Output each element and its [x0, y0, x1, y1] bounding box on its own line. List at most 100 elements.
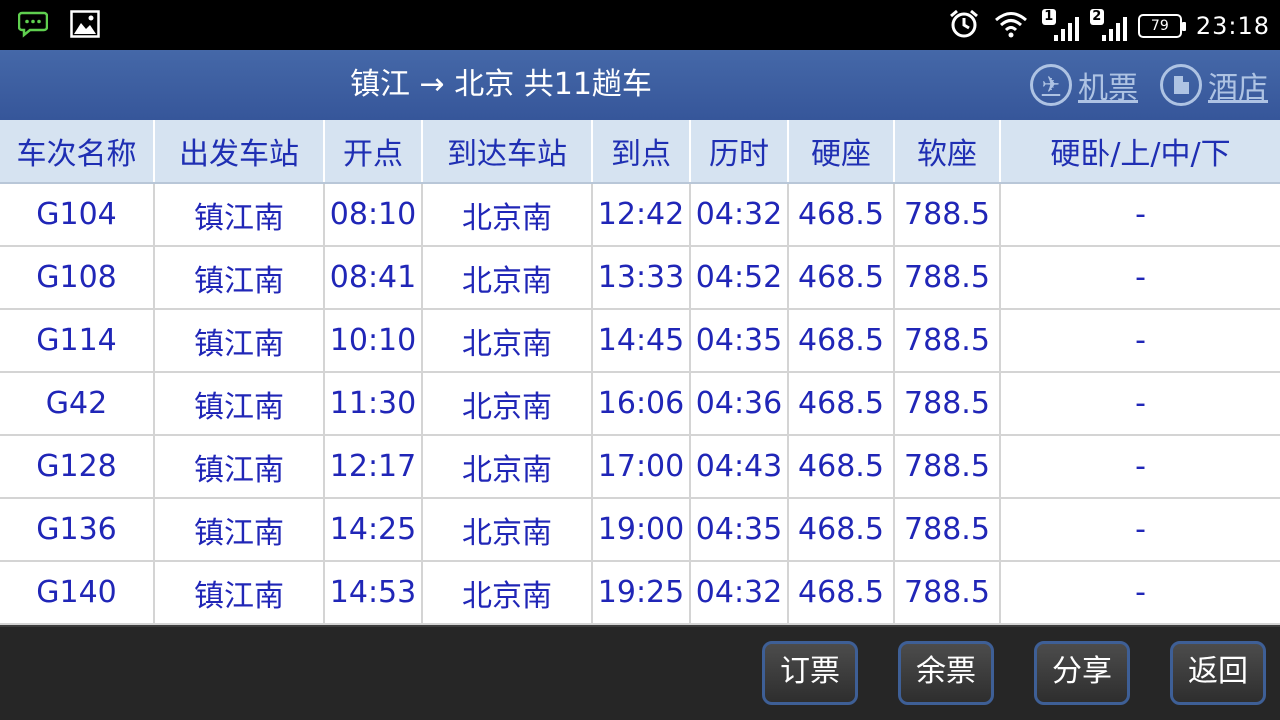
table-row[interactable]: G114 镇江南 10:10 北京南 14:45 04:35 468.5 788…: [0, 309, 1280, 373]
cell-hard-seat: 468.5: [788, 372, 895, 436]
hotel-link[interactable]: 酒店: [1160, 63, 1268, 107]
table-row[interactable]: G128 镇江南 12:17 北京南 17:00 04:43 468.5 788…: [0, 435, 1280, 499]
cell-train-no: G108: [0, 246, 155, 310]
cell-departure-time: 10:10: [324, 309, 423, 373]
cell-departure-time: 14:53: [324, 561, 423, 625]
cell-soft-seat: 788.5: [894, 246, 1001, 310]
cell-departure-station: 镇江南: [154, 183, 325, 247]
cell-departure-station: 镇江南: [154, 435, 325, 499]
cell-hard-sleeper: -: [1000, 246, 1280, 310]
cell-hard-seat: 468.5: [788, 561, 895, 625]
battery-icon: 79: [1137, 14, 1186, 38]
cell-duration: 04:32: [690, 183, 789, 247]
cell-soft-seat: 788.5: [894, 183, 1001, 247]
cell-train-no: G42: [0, 372, 155, 436]
clock: 23:18: [1195, 12, 1270, 40]
cell-departure-time: 14:25: [324, 498, 423, 562]
cell-duration: 04:36: [690, 372, 789, 436]
table-row[interactable]: G104 镇江南 08:10 北京南 12:42 04:32 468.5 788…: [0, 183, 1280, 247]
cell-arrival-station: 北京南: [422, 372, 593, 436]
table-row[interactable]: G140 镇江南 14:53 北京南 19:25 04:32 468.5 788…: [0, 561, 1280, 625]
image-icon: [70, 10, 100, 42]
title-bar: 镇江 → 北京 共11趟车 ✈ 机票 酒店: [0, 50, 1280, 120]
column-header-soft-seat[interactable]: 软座: [894, 120, 1001, 184]
cell-duration: 04:35: [690, 309, 789, 373]
cell-arrival-station: 北京南: [422, 498, 593, 562]
column-header-arrival-station[interactable]: 到达车站: [422, 120, 593, 184]
cell-soft-seat: 788.5: [894, 498, 1001, 562]
cell-hard-sleeper: -: [1000, 498, 1280, 562]
cell-arrival-station: 北京南: [422, 309, 593, 373]
back-button[interactable]: 返回: [1170, 641, 1266, 705]
alarm-icon: [948, 8, 980, 44]
hotel-label: 酒店: [1208, 71, 1268, 106]
cell-arrival-station: 北京南: [422, 561, 593, 625]
flight-ticket-label: 机票: [1078, 71, 1138, 106]
cell-hard-seat: 468.5: [788, 246, 895, 310]
cell-departure-time: 08:10: [324, 183, 423, 247]
hotel-icon: [1160, 64, 1202, 106]
table-row[interactable]: G136 镇江南 14:25 北京南 19:00 04:35 468.5 788…: [0, 498, 1280, 562]
table-row[interactable]: G42 镇江南 11:30 北京南 16:06 04:36 468.5 788.…: [0, 372, 1280, 436]
column-header-departure-time[interactable]: 开点: [324, 120, 423, 184]
column-header-train-no[interactable]: 车次名称: [0, 120, 155, 184]
table-row[interactable]: G108 镇江南 08:41 北京南 13:33 04:52 468.5 788…: [0, 246, 1280, 310]
column-header-hard-sleeper[interactable]: 硬卧/上/中/下: [1000, 120, 1280, 184]
wifi-icon: [994, 10, 1028, 42]
airplane-icon: ✈: [1030, 64, 1072, 106]
cell-duration: 04:32: [690, 561, 789, 625]
cell-soft-seat: 788.5: [894, 309, 1001, 373]
signal-icon-sim1: 1: [1041, 9, 1079, 41]
cell-train-no: G114: [0, 309, 155, 373]
cell-arrival-station: 北京南: [422, 246, 593, 310]
table-header-row: 车次名称 出发车站 开点 到达车站 到点 历时 硬座 软座 硬卧/上/中/下: [0, 120, 1280, 184]
cell-hard-seat: 468.5: [788, 183, 895, 247]
column-header-departure-station[interactable]: 出发车站: [154, 120, 325, 184]
cell-arrival-time: 19:00: [592, 498, 691, 562]
share-button[interactable]: 分享: [1034, 641, 1130, 705]
cell-arrival-station: 北京南: [422, 183, 593, 247]
signal-icon-sim2: 2: [1089, 9, 1127, 41]
cell-hard-seat: 468.5: [788, 309, 895, 373]
cell-soft-seat: 788.5: [894, 372, 1001, 436]
cell-arrival-time: 17:00: [592, 435, 691, 499]
cell-train-no: G104: [0, 183, 155, 247]
cell-hard-sleeper: -: [1000, 435, 1280, 499]
cell-hard-seat: 468.5: [788, 435, 895, 499]
cell-soft-seat: 788.5: [894, 561, 1001, 625]
page-title: 镇江 → 北京 共11趟车: [350, 67, 652, 102]
cell-departure-time: 12:17: [324, 435, 423, 499]
column-header-duration[interactable]: 历时: [690, 120, 789, 184]
cell-departure-station: 镇江南: [154, 561, 325, 625]
cell-arrival-time: 16:06: [592, 372, 691, 436]
cell-departure-station: 镇江南: [154, 246, 325, 310]
cell-arrival-time: 19:25: [592, 561, 691, 625]
message-icon: [17, 10, 49, 42]
cell-duration: 04:35: [690, 498, 789, 562]
cell-hard-seat: 468.5: [788, 498, 895, 562]
book-ticket-button[interactable]: 订票: [762, 641, 858, 705]
flight-ticket-link[interactable]: ✈ 机票: [1030, 63, 1138, 107]
train-table: 车次名称 出发车站 开点 到达车站 到点 历时 硬座 软座 硬卧/上/中/下 G…: [0, 120, 1280, 625]
cell-hard-sleeper: -: [1000, 372, 1280, 436]
train-table-container[interactable]: 车次名称 出发车站 开点 到达车站 到点 历时 硬座 软座 硬卧/上/中/下 G…: [0, 120, 1280, 625]
cell-arrival-time: 12:42: [592, 183, 691, 247]
cell-arrival-time: 14:45: [592, 309, 691, 373]
column-header-arrival-time[interactable]: 到点: [592, 120, 691, 184]
status-bar: 1 2 79 23:18: [0, 0, 1280, 50]
cell-duration: 04:52: [690, 246, 789, 310]
cell-train-no: G140: [0, 561, 155, 625]
cell-departure-station: 镇江南: [154, 498, 325, 562]
cell-departure-time: 11:30: [324, 372, 423, 436]
cell-soft-seat: 788.5: [894, 435, 1001, 499]
cell-train-no: G136: [0, 498, 155, 562]
remaining-tickets-button[interactable]: 余票: [898, 641, 994, 705]
cell-departure-station: 镇江南: [154, 309, 325, 373]
column-header-hard-seat[interactable]: 硬座: [788, 120, 895, 184]
cell-arrival-station: 北京南: [422, 435, 593, 499]
cell-arrival-time: 13:33: [592, 246, 691, 310]
cell-hard-sleeper: -: [1000, 561, 1280, 625]
bottom-action-bar: 订票 余票 分享 返回: [0, 625, 1280, 720]
cell-hard-sleeper: -: [1000, 183, 1280, 247]
cell-train-no: G128: [0, 435, 155, 499]
